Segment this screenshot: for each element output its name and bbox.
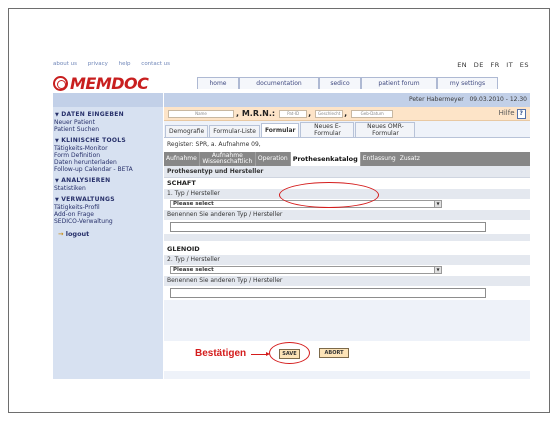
glenoid-type-label: 2. Typ / Hersteller (164, 255, 530, 265)
sidebar-section-daten-eingeben: DATEN EINGEBEN (53, 107, 163, 119)
nav-home[interactable]: home (197, 77, 239, 89)
glenoid-select-row: Please select ▼ (164, 265, 530, 276)
lang-it[interactable]: IT (506, 61, 513, 69)
nav-my-settings[interactable]: my settings (437, 77, 498, 89)
glenoid-other-label: Benennen Sie anderen Typ / Hersteller (164, 276, 530, 286)
top-nav: home documentation sedico patient forum … (197, 77, 498, 89)
tab-neues-omr-formular[interactable]: Neues OMR-Formular (355, 122, 416, 137)
save-button[interactable]: SAVE (279, 349, 300, 359)
sidebar-section-analysieren: ANALYSIEREN (53, 173, 163, 185)
register-info: Register: SPR, a. Aufnahme 09, (164, 138, 530, 152)
patient-dob-box: Geb-Datum (351, 109, 394, 118)
patient-id-box: Pat-ID (279, 109, 308, 118)
form-title: Prothesentyp und Hersteller (164, 166, 530, 178)
tab-formular-liste[interactable]: Formular-Liste (209, 125, 260, 137)
sidebar-header (53, 93, 163, 107)
tab-entlassung[interactable]: Entlassung (361, 152, 398, 166)
nav-documentation[interactable]: documentation (239, 77, 319, 89)
section-tabs: Aufnahme Aufnahme Wissenschaftlich Opera… (164, 152, 530, 166)
help-link[interactable]: help (119, 61, 131, 67)
tab-aufnahme-wissenschaftlich[interactable]: Aufnahme Wissenschaftlich (200, 152, 256, 166)
sidebar-section-klinische-tools: KLINISCHE TOOLS (53, 133, 163, 145)
help-label: Hilfe (498, 109, 515, 117)
lang-fr[interactable]: FR (490, 61, 499, 69)
schaft-other-label: Benennen Sie anderen Typ / Hersteller (164, 210, 530, 220)
help-icon[interactable]: ? (516, 109, 526, 119)
confirm-annotation: Bestätigen (195, 348, 247, 359)
schaft-type-select[interactable]: Please select ▼ (170, 200, 442, 208)
lang-de[interactable]: DE (474, 61, 484, 69)
screenshot-frame: about us privacy help contact us EN DE F… (8, 8, 550, 413)
nav-sedico[interactable]: sedico (319, 77, 361, 89)
sidebar-item-patient-suchen[interactable]: Patient Suchen (53, 126, 163, 133)
user-bar: Peter Habermeyer 09.03.2010 - 12.30 (164, 93, 530, 107)
separator: , (344, 109, 348, 118)
schaft-other-row (164, 220, 530, 234)
user-name: Peter Habermeyer (408, 96, 464, 103)
sidebar-item-neuer-patient[interactable]: Neuer Patient (53, 119, 163, 126)
tab-neues-e-formular[interactable]: Neues E-Formular (300, 122, 355, 137)
sidebar-item-statistiken[interactable]: Statistiken (53, 185, 163, 192)
sub-tabs: Demografie Formular-Liste Formular Neues… (164, 121, 530, 138)
sidebar-item-follow-up-calendar[interactable]: Follow-up Calendar - BETA (53, 166, 163, 173)
logout-link[interactable]: logout (53, 225, 163, 238)
glenoid-other-input[interactable] (170, 288, 486, 298)
sidebar-item-form-definition[interactable]: Form Definition (53, 152, 163, 159)
sidebar-item-taetigkeits-profil[interactable]: Tätigkeits-Profil (53, 204, 163, 211)
patient-name-box: Name (168, 109, 234, 118)
schaft-type-label: 1. Typ / Hersteller (164, 189, 530, 199)
tab-formular[interactable]: Formular (260, 123, 300, 137)
separator: , (308, 109, 312, 118)
tab-aufnahme[interactable]: Aufnahme (164, 152, 200, 166)
group-divider (164, 234, 530, 241)
tab-prothesenkatalog[interactable]: Prothesenkatalog (290, 152, 361, 166)
glenoid-other-row (164, 286, 530, 300)
sidebar-section-verwaltungs: VERWALTUNGS (53, 192, 163, 204)
privacy-link[interactable]: privacy (88, 61, 108, 67)
abort-button[interactable]: ABORT (319, 348, 349, 358)
lang-en[interactable]: EN (457, 61, 467, 69)
arrow-right-icon (251, 352, 270, 356)
lang-es[interactable]: ES (520, 61, 529, 69)
form-panel: Prothesentyp und Hersteller SCHAFT 1. Ty… (164, 166, 530, 300)
schaft-select-value: Please select (173, 201, 214, 207)
about-us-link[interactable]: about us (53, 61, 77, 67)
schaft-other-input[interactable] (170, 222, 486, 232)
memdoc-logo-icon (53, 75, 68, 91)
patient-sex-box: Geschlecht (315, 109, 344, 118)
memdoc-logo[interactable]: MEMDOC (53, 73, 149, 93)
sidebar-item-sedico-verwaltung[interactable]: SEDICO-Verwaltung (53, 218, 163, 225)
mrn-label: , M.R.N.: (236, 109, 276, 118)
main-content: Peter Habermeyer 09.03.2010 - 12.30 Name… (164, 93, 530, 379)
sidebar: DATEN EINGEBEN Neuer Patient Patient Suc… (53, 93, 163, 379)
group-glenoid-title: GLENOID (164, 241, 530, 255)
current-datetime: 09.03.2010 - 12.30 (469, 96, 527, 103)
sidebar-item-add-on-frage[interactable]: Add-on Frage (53, 211, 163, 218)
schaft-select-row: Please select ▼ (164, 199, 530, 210)
language-switcher: EN DE FR IT ES (453, 61, 529, 69)
sidebar-item-taetigkeits-monitor[interactable]: Tätigkeits-Monitor (53, 145, 163, 152)
tab-zusatz[interactable]: Zusatz (398, 152, 422, 166)
nav-patient-forum[interactable]: patient forum (361, 77, 437, 89)
form-actions: Bestätigen SAVE ABORT (164, 341, 530, 371)
chevron-down-icon[interactable]: ▼ (434, 200, 442, 208)
tab-operation[interactable]: Operation (256, 152, 291, 166)
group-schaft-title: SCHAFT (164, 178, 530, 189)
help-link[interactable]: Hilfe? (499, 109, 526, 119)
patient-bar: Name , M.R.N.: Pat-ID , Geschlecht , Geb… (164, 107, 530, 121)
contact-us-link[interactable]: contact us (141, 61, 170, 67)
glenoid-select-value: Please select (173, 267, 214, 273)
logo-text: MEMDOC (70, 73, 149, 93)
sidebar-item-daten-herunterladen[interactable]: Daten herunterladen (53, 159, 163, 166)
glenoid-type-select[interactable]: Please select ▼ (170, 266, 442, 274)
tab-demografie[interactable]: Demografie (165, 125, 209, 137)
chevron-down-icon[interactable]: ▼ (434, 266, 442, 274)
top-links-bar: about us privacy help contact us EN DE F… (53, 61, 530, 71)
memdoc-app: about us privacy help contact us EN DE F… (53, 61, 530, 379)
